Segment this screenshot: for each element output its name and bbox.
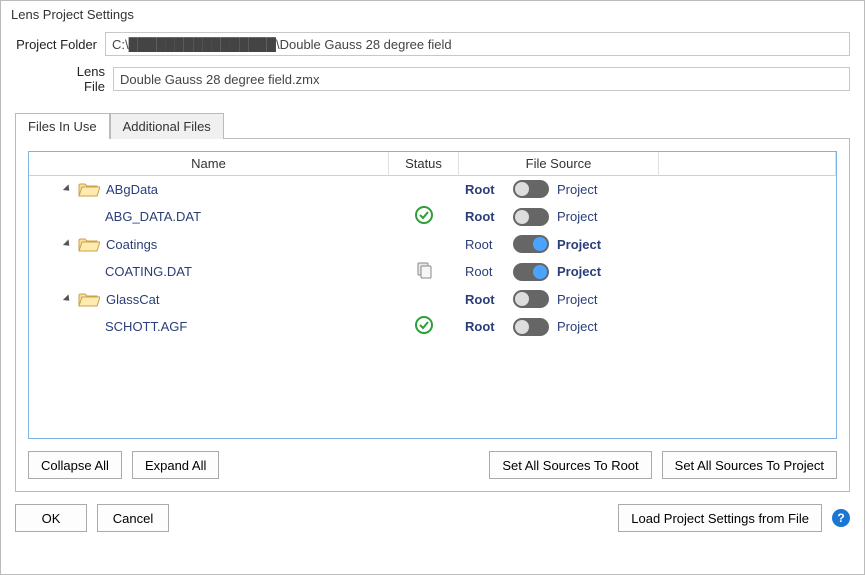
item-name: ABgData (106, 182, 158, 197)
status-copy-icon (415, 267, 433, 282)
project-folder-input[interactable] (105, 32, 850, 56)
status-cell (389, 202, 459, 231)
source-toggle[interactable] (513, 208, 549, 226)
source-project-label: Project (557, 292, 597, 307)
source-toggle-group: Root Project (465, 235, 653, 253)
tree-folder-row[interactable]: Coatings Root Project (29, 231, 836, 257)
header-status[interactable]: Status (389, 152, 459, 176)
item-name: Coatings (106, 237, 157, 252)
file-grid: Name Status File Source ABgData Root Proje… (28, 151, 837, 439)
set-all-root-button[interactable]: Set All Sources To Root (489, 451, 651, 479)
item-name: COATING.DAT (105, 264, 192, 279)
folder-icon (78, 291, 100, 307)
set-all-project-button[interactable]: Set All Sources To Project (662, 451, 837, 479)
cancel-button[interactable]: Cancel (97, 504, 169, 532)
source-project-label: Project (557, 182, 597, 197)
project-folder-row: Project Folder (15, 32, 850, 56)
tree-file-row[interactable]: COATING.DAT Root Project (29, 257, 836, 286)
project-folder-label: Project Folder (15, 37, 105, 52)
source-root-label: Root (465, 182, 505, 197)
lens-file-row: Lens File (53, 64, 850, 94)
source-project-label: Project (557, 264, 597, 279)
status-ok-icon (415, 322, 433, 337)
source-project-label: Project (557, 209, 597, 224)
header-spacer (659, 152, 836, 176)
source-toggle-group: Root Project (465, 290, 653, 308)
tree-folder-row[interactable]: GlassCat Root Project (29, 286, 836, 312)
source-toggle-group: Root Project (465, 208, 653, 226)
source-root-label: Root (465, 292, 505, 307)
item-name: ABG_DATA.DAT (105, 209, 201, 224)
source-project-label: Project (557, 237, 597, 252)
status-cell (389, 286, 459, 312)
source-toggle[interactable] (513, 235, 549, 253)
source-toggle-group: Root Project (465, 318, 653, 336)
expander-icon[interactable] (63, 294, 72, 303)
source-root-label: Root (465, 264, 505, 279)
expander-icon[interactable] (63, 239, 72, 248)
tree-file-row[interactable]: ABG_DATA.DAT Root Project (29, 202, 836, 231)
source-root-label: Root (465, 209, 505, 224)
status-cell (389, 257, 459, 286)
source-toggle[interactable] (513, 180, 549, 198)
lens-file-label: Lens File (53, 64, 113, 94)
source-toggle-group: Root Project (465, 263, 653, 281)
source-toggle[interactable] (513, 318, 549, 336)
status-ok-icon (415, 212, 433, 227)
grid-button-row: Collapse All Expand All Set All Sources … (28, 451, 837, 479)
tab-panel-files-in-use: Name Status File Source ABgData Root Proje… (15, 138, 850, 492)
header-source[interactable]: File Source (459, 152, 659, 176)
window-title: Lens Project Settings (1, 1, 864, 28)
status-cell (389, 176, 459, 202)
status-cell (389, 312, 459, 341)
source-root-label: Root (465, 237, 505, 252)
item-name: SCHOTT.AGF (105, 319, 187, 334)
dialog-button-bar: OK Cancel Load Project Settings from Fil… (1, 492, 864, 544)
grid-header: Name Status File Source (29, 152, 836, 176)
lens-file-input[interactable] (113, 67, 850, 91)
tree-folder-row[interactable]: ABgData Root Project (29, 176, 836, 202)
folder-icon (78, 181, 100, 197)
source-root-label: Root (465, 319, 505, 334)
folder-icon (78, 236, 100, 252)
expand-all-button[interactable]: Expand All (132, 451, 219, 479)
expander-icon[interactable] (63, 184, 72, 193)
load-from-file-button[interactable]: Load Project Settings from File (618, 504, 822, 532)
source-toggle-group: Root Project (465, 180, 653, 198)
ok-button[interactable]: OK (15, 504, 87, 532)
item-name: GlassCat (106, 292, 159, 307)
source-toggle[interactable] (513, 263, 549, 281)
tab-additional-files[interactable]: Additional Files (110, 113, 224, 139)
status-cell (389, 231, 459, 257)
tabstrip: Files In Use Additional Files (15, 113, 850, 139)
tree-file-row[interactable]: SCHOTT.AGF Root Project (29, 312, 836, 341)
source-toggle[interactable] (513, 290, 549, 308)
header-name[interactable]: Name (29, 152, 389, 176)
source-project-label: Project (557, 319, 597, 334)
help-icon[interactable]: ? (832, 509, 850, 527)
collapse-all-button[interactable]: Collapse All (28, 451, 122, 479)
tab-files-in-use[interactable]: Files In Use (15, 113, 110, 139)
